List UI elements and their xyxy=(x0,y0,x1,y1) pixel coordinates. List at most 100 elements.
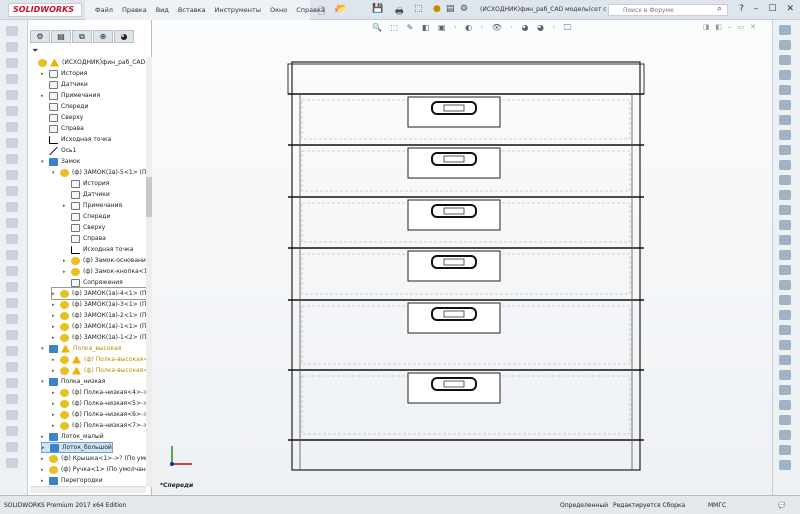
solidworks-logo[interactable]: SOLIDWORKS xyxy=(8,3,82,17)
toolbar-icon[interactable] xyxy=(6,58,18,68)
toolbar-icon[interactable] xyxy=(6,186,18,196)
tree-item[interactable]: ▸ (ф) ЗАМОК(1в)-4<1> (По умол xyxy=(51,287,146,300)
tree-item[interactable]: ▸ (ф) Полка-высокая<2>-> xyxy=(52,354,146,365)
expand-arrow-icon[interactable]: ▸ xyxy=(52,324,60,330)
chat-icon[interactable]: 💬 xyxy=(778,502,785,509)
expand-arrow-icon[interactable]: ▾ xyxy=(41,346,49,352)
toolbar-icon[interactable] xyxy=(6,74,18,84)
toolbar-icon[interactable] xyxy=(6,202,18,212)
toolbar-icon[interactable] xyxy=(6,250,18,260)
expand-arrow-icon[interactable]: ▸ xyxy=(63,269,71,275)
toolbar-icon[interactable] xyxy=(6,42,18,52)
menu-insert[interactable]: Вставка xyxy=(178,6,206,14)
task-icon[interactable] xyxy=(779,295,791,305)
toolbar-icon[interactable] xyxy=(6,106,18,116)
expand-arrow-icon[interactable]: ▸ xyxy=(52,390,60,396)
tree-item[interactable]: Спереди xyxy=(63,211,110,222)
toolbar-icon[interactable] xyxy=(6,394,18,404)
task-icon[interactable] xyxy=(779,430,791,440)
graphics-viewport[interactable]: 🔍 ⬚ ✎ ◧ ▣ · ◐ · 👁 · ◕ ◕ · 🖵 ◨◧–▭✕ *Спере… xyxy=(152,20,772,495)
tree-item[interactable]: Спереди xyxy=(41,101,88,112)
expand-arrow-icon[interactable]: ▸ xyxy=(52,313,60,319)
expand-arrow-icon[interactable]: ▾ xyxy=(41,379,49,385)
rebuild-icon[interactable]: ● xyxy=(433,4,441,16)
print-icon[interactable]: 🖶 xyxy=(395,4,404,17)
task-icon[interactable] xyxy=(779,265,791,275)
help-icon[interactable]: ? xyxy=(739,4,744,14)
tree-item[interactable]: Датчики xyxy=(63,189,110,200)
expand-arrow-icon[interactable]: ▸ xyxy=(41,456,49,462)
tree-item[interactable]: ▸ (ф) Замок-основание<1> xyxy=(63,255,146,266)
toolbar-icon[interactable] xyxy=(6,122,18,132)
task-icon[interactable] xyxy=(779,190,791,200)
toolbar-icon[interactable] xyxy=(6,410,18,420)
minimize-button[interactable]: – xyxy=(754,4,759,14)
menu-view[interactable]: Вид xyxy=(156,6,169,14)
task-icon[interactable] xyxy=(779,100,791,110)
save-icon[interactable]: 💾 xyxy=(372,4,383,16)
tree-item[interactable]: ▸ (ф) Полка-низкая<6>->? (По xyxy=(52,409,146,420)
expand-arrow-icon[interactable]: ▸ xyxy=(41,434,49,440)
toolbar-icon[interactable] xyxy=(6,26,18,36)
task-icon[interactable] xyxy=(779,445,791,455)
expand-arrow-icon[interactable]: ▾ xyxy=(52,170,60,176)
tree-item[interactable]: ▸ (ф) Полка-низкая<5>->? (По xyxy=(52,398,146,409)
tree-horizontal-scrollbar[interactable] xyxy=(30,486,146,493)
new-file-icon[interactable]: 🗋 xyxy=(318,4,325,17)
expand-arrow-icon[interactable]: ▸ xyxy=(41,71,49,77)
task-icon[interactable] xyxy=(779,355,791,365)
task-icon[interactable] xyxy=(779,400,791,410)
task-icon[interactable] xyxy=(779,175,791,185)
tree-item[interactable]: Исходная точка xyxy=(63,244,133,255)
toolbar-icon[interactable] xyxy=(6,154,18,164)
tree-item[interactable]: Сопряжения xyxy=(63,277,123,288)
configuration-tab-icon[interactable]: ⧉ xyxy=(72,30,92,43)
task-icon[interactable] xyxy=(779,235,791,245)
tree-item[interactable]: ▸ История xyxy=(41,68,87,79)
toolbar-icon[interactable] xyxy=(6,426,18,436)
toolbar-icon[interactable] xyxy=(6,362,18,372)
task-icon[interactable] xyxy=(779,385,791,395)
task-icon[interactable] xyxy=(779,40,791,50)
expand-arrow-icon[interactable]: ▸ xyxy=(63,203,71,209)
expand-arrow-icon[interactable]: ▸ xyxy=(52,302,60,308)
tree-item[interactable]: Справа xyxy=(41,123,84,134)
task-icon[interactable] xyxy=(779,115,791,125)
toolbar-icon[interactable] xyxy=(6,346,18,356)
expand-arrow-icon[interactable]: ▸ xyxy=(52,401,60,407)
toolbar-icon[interactable] xyxy=(6,458,18,468)
task-icon[interactable] xyxy=(779,340,791,350)
expand-arrow-icon[interactable]: ▸ xyxy=(42,445,50,451)
select-icon[interactable]: ⬚ xyxy=(414,4,423,16)
tree-item[interactable]: ▸ (ф) Полка-высокая<3>-> xyxy=(52,365,146,376)
expand-arrow-icon[interactable]: ▸ xyxy=(41,93,49,99)
options-gear-icon[interactable]: ⚙ xyxy=(460,4,468,16)
toolbar-icon[interactable] xyxy=(6,90,18,100)
tree-item[interactable]: Сверху xyxy=(41,112,83,123)
toolbar-icon[interactable] xyxy=(6,170,18,180)
tree-item[interactable]: (ИСХОДНИК)фин_раб_CAD моде xyxy=(30,57,146,68)
menu-tools[interactable]: Инструменты xyxy=(214,6,261,14)
tree-item[interactable]: ▸ (ф) Крышка<1>->? (По умолчан xyxy=(41,453,146,464)
task-icon[interactable] xyxy=(779,145,791,155)
tree-item[interactable]: ▸ (ф) Полка-низкая<4>->? (По xyxy=(52,387,146,398)
toolbar-icon[interactable] xyxy=(6,442,18,452)
tree-item[interactable]: ▸ (ф) ЗАМОК(1в)-1<1> (По умол xyxy=(52,321,146,332)
tree-item[interactable]: Ось1 xyxy=(41,145,76,156)
tree-item[interactable]: ▸ Примечания xyxy=(63,200,122,211)
property-manager-tab-icon[interactable]: ▤ xyxy=(51,30,71,43)
tree-item[interactable]: История xyxy=(63,178,109,189)
close-button[interactable]: ✕ xyxy=(786,4,794,14)
task-icon[interactable] xyxy=(779,250,791,260)
tree-item[interactable]: Исходная точка xyxy=(41,134,111,145)
open-file-icon[interactable]: 📂 xyxy=(336,4,347,16)
home-icon[interactable] xyxy=(779,25,791,35)
tree-item[interactable]: ▸ Перегородки xyxy=(41,475,103,486)
tree-item[interactable]: ▾ Полка_низкая xyxy=(41,376,105,387)
tree-item[interactable]: ▾ (ф) ЗАМОК(1в)-5<1> (По умолч xyxy=(52,167,146,178)
expand-arrow-icon[interactable]: ▸ xyxy=(41,467,49,473)
tree-item[interactable]: ▸ Примечания xyxy=(41,90,100,101)
tree-item[interactable]: ▸ (ф) ЗАМОК(1в)-3<1> (По умол xyxy=(52,299,146,310)
toolbar-icon[interactable] xyxy=(6,330,18,340)
task-icon[interactable] xyxy=(779,220,791,230)
